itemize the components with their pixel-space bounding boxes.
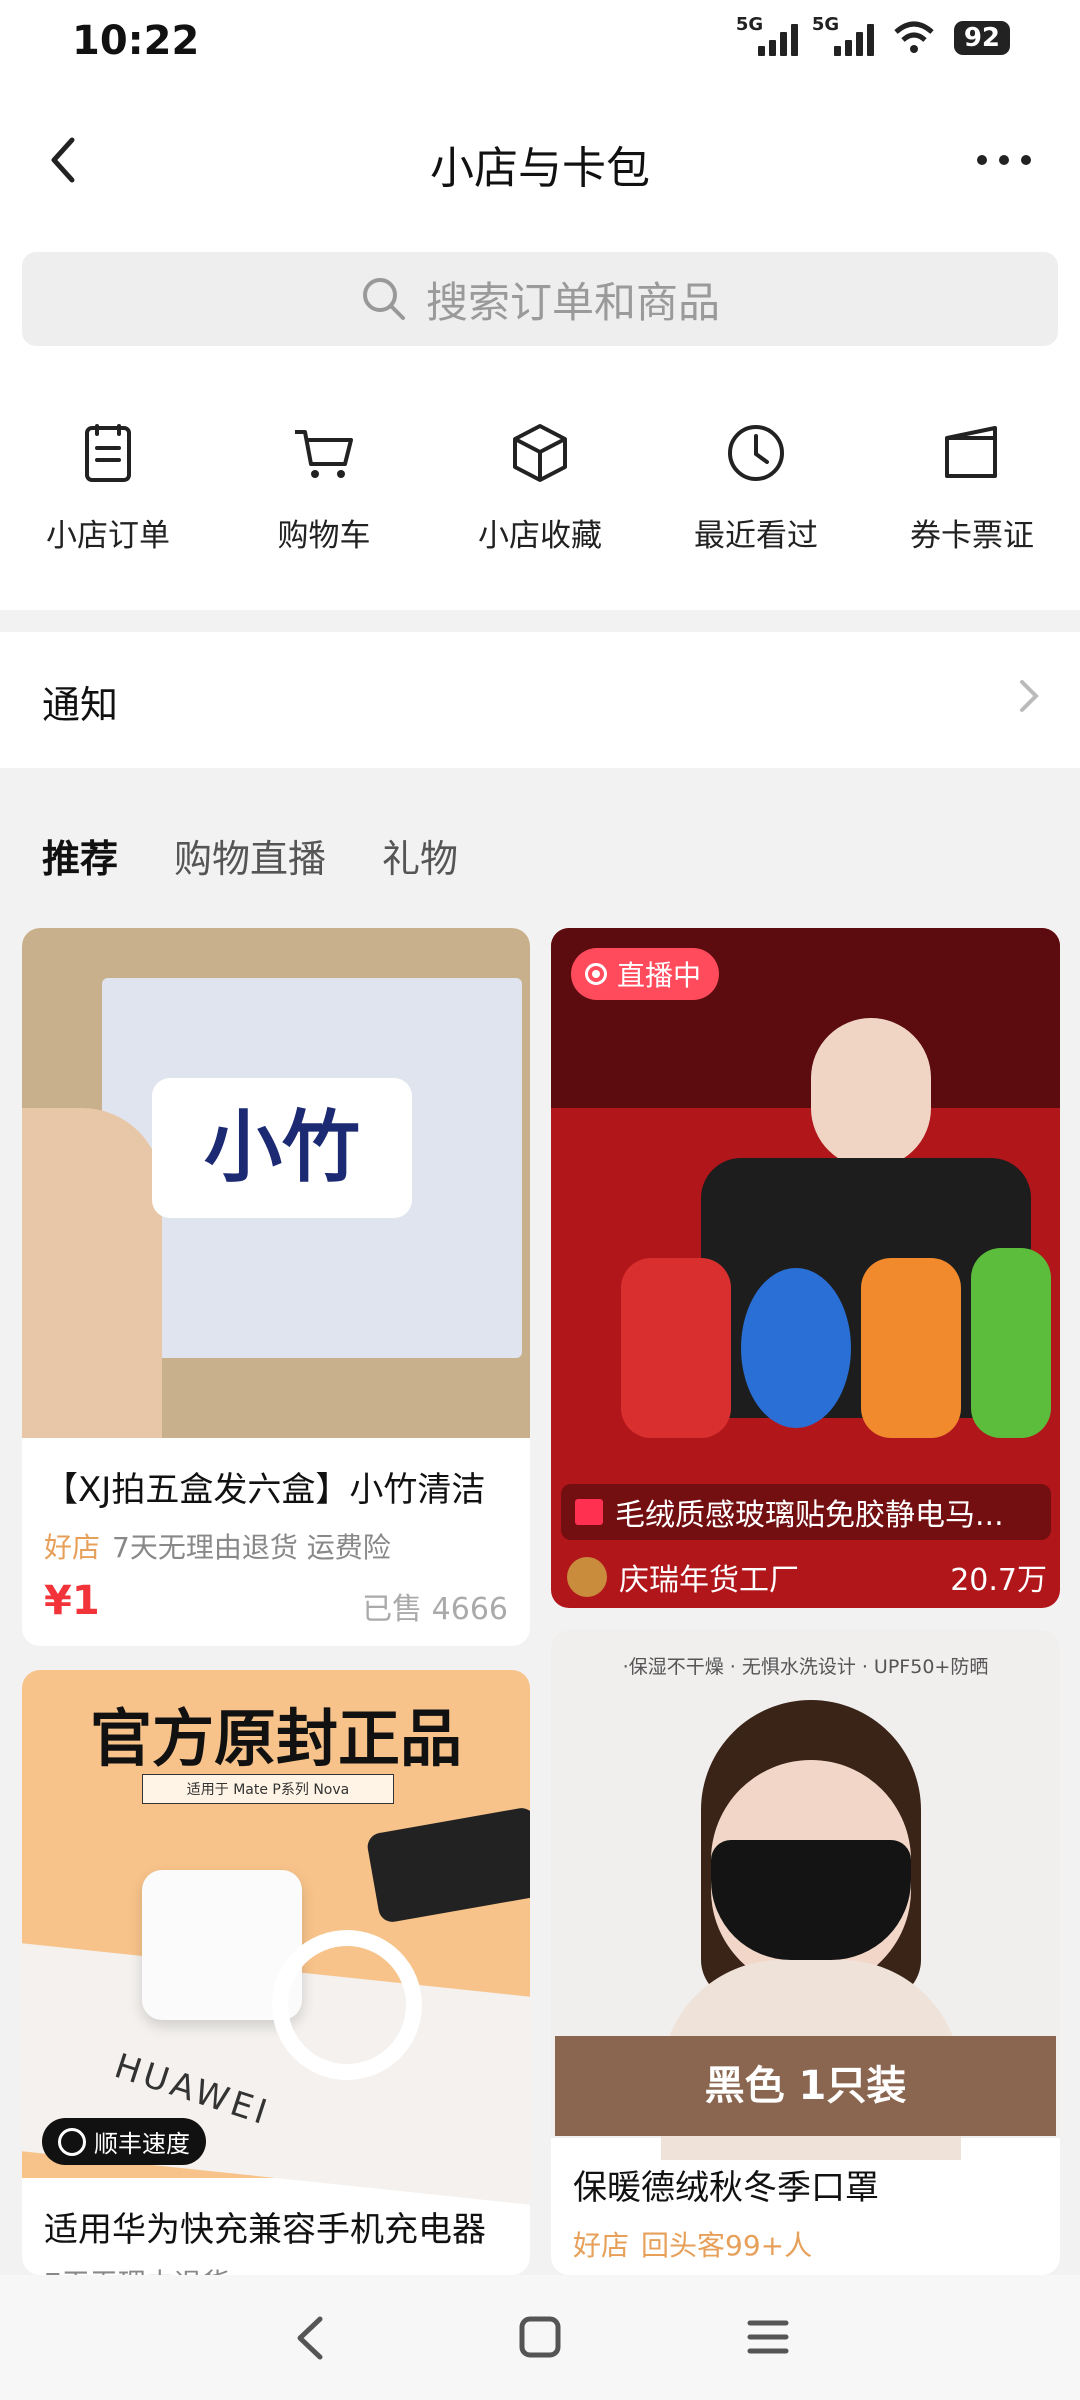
- good-shop-badge: 好店: [573, 2229, 630, 2262]
- notification-label: 通知: [42, 683, 119, 727]
- service-text: 7天无理由退货 运费险: [112, 1531, 391, 1564]
- feed-tabs: 推荐 购物直播 礼物: [42, 828, 458, 883]
- header-bar: 小店与卡包: [0, 90, 1080, 250]
- wifi-icon: [894, 21, 934, 53]
- status-bar: 10:22 5G 5G 92: [0, 0, 1080, 90]
- service-text: 7天无理由退货: [44, 2262, 230, 2275]
- live-label: 直播中: [617, 959, 702, 992]
- image-top-text: ·保湿不干燥 · 无惧水洗设计 · UPF50+防晒: [622, 1656, 989, 1678]
- product-title: 适用华为快充兼容手机充电器: [44, 2210, 486, 2250]
- shortcut-history[interactable]: 最近看过: [648, 420, 864, 590]
- clock-icon: [728, 425, 784, 481]
- shop-avatar: [567, 1557, 607, 1597]
- signal-icon-2: 5G: [812, 14, 874, 56]
- shortcut-orders[interactable]: 小店订单: [0, 420, 216, 590]
- product-price: ¥1: [44, 1578, 100, 1624]
- status-time: 10:22: [72, 18, 200, 64]
- shortcut-label: 购物车: [277, 518, 371, 554]
- cart-icon: [295, 430, 353, 478]
- signal-icon: 5G: [736, 14, 798, 56]
- product-image-brand: 小竹: [152, 1078, 412, 1218]
- sf-logo-icon: [58, 2127, 86, 2156]
- repeat-buyers: 回头客99+人: [641, 2229, 813, 2262]
- system-nav-bar: [0, 2275, 1080, 2400]
- shortcut-label: 券卡票证: [910, 518, 1034, 554]
- search-icon: [362, 278, 405, 320]
- view-count: 20.7万: [950, 1563, 1047, 1598]
- box-icon: [513, 424, 567, 482]
- tab-live-shopping[interactable]: 购物直播: [174, 828, 326, 883]
- good-shop-badge: 好店: [44, 1531, 101, 1564]
- tab-gifts[interactable]: 礼物: [382, 828, 458, 883]
- search-placeholder: 搜索订单和商品: [425, 277, 720, 327]
- product-card[interactable]: 小竹 【XJ拍五盒发六盒】小竹清洁 好店 7天无理由退货 运费险 ¥1 已售 46…: [22, 928, 530, 1646]
- product-title: 保暖德绒秋冬季口罩: [573, 2168, 879, 2208]
- shopping-bag-icon: [575, 1499, 603, 1525]
- live-badge: 直播中: [571, 948, 720, 1000]
- shortcut-label: 最近看过: [694, 518, 818, 554]
- product-card[interactable]: ·保湿不干燥 · 无惧水洗设计 · UPF50+防晒 黑色 1只装 保暖德绒秋冬…: [551, 1630, 1060, 2275]
- sold-count: 已售 4666: [362, 1592, 508, 1627]
- product-image: 小竹: [22, 928, 530, 1438]
- live-dot-icon: [585, 963, 607, 985]
- image-headline: 官方原封正品: [89, 1702, 462, 1775]
- live-card[interactable]: 直播中 毛绒质感玻璃贴免胶静电马... 庆瑞年货工厂 20.7万: [551, 928, 1060, 1608]
- notification-row[interactable]: 通知: [0, 632, 1080, 768]
- image-compat: 适用于 Mate P系列 Nova: [142, 1774, 394, 1804]
- tab-recommend[interactable]: 推荐: [42, 828, 118, 883]
- battery-indicator: 92: [953, 21, 1010, 55]
- more-icon[interactable]: [964, 130, 1044, 190]
- product-title: 【XJ拍五盒发六盒】小竹清洁: [44, 1470, 486, 1510]
- search-bar[interactable]: 搜索订单和商品: [22, 252, 1058, 346]
- product-image: ·保湿不干燥 · 无惧水洗设计 · UPF50+防晒 黑色 1只装: [551, 1630, 1060, 2160]
- ticket-icon: [945, 426, 997, 478]
- shop-name: 庆瑞年货工厂: [619, 1563, 799, 1598]
- chevron-right-icon: [1020, 680, 1039, 712]
- image-band: 黑色 1只装: [555, 2036, 1056, 2136]
- status-icons: 5G 5G 92: [736, 14, 1010, 56]
- shortcut-favorites[interactable]: 小店收藏: [432, 420, 648, 590]
- live-product-bar[interactable]: 毛绒质感玻璃贴免胶静电马...: [561, 1484, 1051, 1540]
- shortcut-label: 小店订单: [46, 518, 170, 554]
- live-product-name: 毛绒质感玻璃贴免胶静电马...: [615, 1498, 1004, 1533]
- sf-label: 顺丰速度: [94, 2130, 190, 2158]
- product-card[interactable]: 官方原封正品 适用于 Mate P系列 Nova HUAWEI 顺丰速度 适用华…: [22, 1670, 530, 2275]
- shortcut-cart[interactable]: 购物车: [216, 420, 432, 590]
- nav-home-icon[interactable]: [518, 2315, 562, 2359]
- product-meta: 好店 回头客99+人: [573, 2224, 812, 2264]
- nav-menu-icon[interactable]: [746, 2315, 790, 2359]
- page-title: 小店与卡包: [430, 143, 650, 194]
- shortcut-label: 小店收藏: [478, 518, 602, 554]
- order-list-icon: [85, 424, 131, 482]
- shortcut-row: 小店订单 购物车 小店收藏 最近看过 券卡票证: [0, 420, 1080, 590]
- product-image: 官方原封正品 适用于 Mate P系列 Nova HUAWEI 顺丰速度: [22, 1670, 530, 2205]
- product-meta: 好店 7天无理由退货 运费险: [44, 1526, 391, 1566]
- sf-express-badge: 顺丰速度: [42, 2118, 206, 2165]
- shortcut-tickets[interactable]: 券卡票证: [864, 420, 1080, 590]
- live-shop-row: 庆瑞年货工厂 20.7万: [567, 1552, 1047, 1602]
- nav-back-icon[interactable]: [290, 2313, 330, 2363]
